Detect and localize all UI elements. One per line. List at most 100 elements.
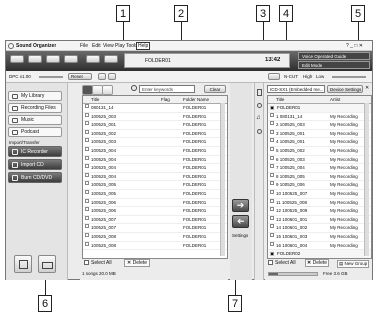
library-row[interactable]: 100525_007 FOLDER01 (83, 224, 227, 233)
device-folder-row[interactable]: ▣ FOLDER01 (268, 104, 371, 113)
dev-col-artist[interactable]: Artist (330, 96, 340, 103)
device-row[interactable]: 13 100601_001 My Recording (268, 215, 371, 225)
menu-edit[interactable]: Edit (92, 43, 101, 49)
device-select-all-checkbox[interactable] (268, 260, 273, 265)
col-title[interactable]: Title (91, 96, 99, 103)
previous-button[interactable] (46, 55, 60, 63)
col-folder[interactable]: Folder Name (183, 96, 209, 103)
library-row[interactable]: 100525_006 FOLDER01 (83, 207, 227, 216)
device-dropdown[interactable]: ICD-SX1 (Embedded me... (267, 85, 325, 93)
row-checkbox[interactable] (85, 104, 89, 108)
row-checkbox[interactable] (85, 207, 89, 212)
ncut-label[interactable]: N-CUT (284, 74, 298, 79)
library-row[interactable]: 100525_004 FOLDER01 (83, 164, 227, 173)
row-checkbox[interactable] (270, 207, 274, 212)
library-row[interactable]: 100525_004 FOLDER01 (83, 172, 227, 182)
fast-forward-button[interactable] (104, 55, 118, 63)
menu-view[interactable]: View (103, 43, 114, 49)
library-row[interactable]: 100525_003 FOLDER01 (83, 112, 227, 122)
sidebar-item-podcast[interactable]: Podcast (8, 127, 62, 137)
library-row[interactable]: 080131_14 FOLDER01 (83, 104, 227, 113)
row-checkbox[interactable] (85, 224, 89, 229)
row-checkbox[interactable] (85, 112, 89, 117)
row-checkbox[interactable] (85, 241, 89, 246)
volume-slider[interactable] (332, 76, 366, 78)
row-checkbox[interactable] (270, 232, 274, 237)
device-row[interactable]: 14 100601_002 My Recording (268, 224, 371, 233)
row-checkbox[interactable] (85, 164, 89, 169)
device-row[interactable]: 12 100525_009 My Recording (268, 207, 371, 216)
transfer-to-device-button[interactable]: ➔ (232, 199, 249, 212)
high-label[interactable]: High (303, 74, 312, 79)
dpc-slider[interactable] (39, 76, 63, 78)
row-checkbox[interactable] (270, 164, 274, 169)
row-checkbox[interactable] (85, 232, 89, 237)
device-row[interactable]: 2 100525_003 My Recording (268, 121, 371, 130)
device-row[interactable]: 8 100525_005 My Recording (268, 172, 371, 182)
clear-button[interactable]: Clear (204, 85, 226, 93)
menu-help[interactable]: Help (136, 42, 151, 50)
music-icon[interactable]: ♫ (256, 115, 261, 121)
row-checkbox[interactable] (270, 189, 274, 194)
row-checkbox[interactable] (270, 112, 274, 117)
device-row[interactable]: 15 100601_003 My Recording (268, 232, 371, 242)
recording-files-icon[interactable] (257, 103, 262, 108)
menu-file[interactable]: File (80, 43, 88, 49)
next-button[interactable] (64, 55, 78, 63)
menu-play[interactable]: Play (115, 43, 125, 49)
row-checkbox[interactable] (270, 224, 274, 229)
library-row[interactable]: 100525_007 FOLDER01 (83, 215, 227, 225)
library-row[interactable]: 100525_005 FOLDER01 (83, 189, 227, 199)
reset-button[interactable]: Reset (68, 73, 92, 80)
row-checkbox[interactable] (85, 155, 89, 160)
device-row[interactable]: 1 080131_14 My Recording (268, 112, 371, 122)
row-checkbox[interactable] (85, 129, 89, 134)
voice-guide-combo[interactable]: Voice Operated Guide (298, 52, 370, 60)
podcast-icon[interactable] (257, 129, 262, 134)
view-detail-button[interactable] (102, 85, 113, 95)
device-row[interactable]: 10 100525_007 My Recording (268, 189, 371, 199)
row-checkbox[interactable] (270, 181, 274, 186)
row-checkbox[interactable] (85, 121, 89, 126)
row-checkbox[interactable] (270, 129, 274, 134)
edit-mode-combo[interactable]: Edit Mode (298, 61, 370, 69)
row-checkbox[interactable] (270, 146, 274, 151)
row-checkbox[interactable] (85, 172, 89, 177)
import-from-device-button[interactable]: ➔ (232, 215, 249, 228)
folder-button[interactable] (38, 255, 56, 273)
row-checkbox[interactable] (85, 198, 89, 203)
device-delete-button[interactable]: ✕ Delete (305, 259, 330, 267)
row-checkbox[interactable] (85, 138, 89, 143)
device-row[interactable]: 16 100601_004 My Recording (268, 241, 371, 251)
library-scrollbar[interactable] (220, 103, 225, 256)
device-row[interactable]: 3 100525_001 My Recording (268, 129, 371, 139)
row-checkbox[interactable] (85, 215, 89, 220)
recorder-icon[interactable] (257, 89, 262, 96)
row-checkbox[interactable] (270, 198, 274, 203)
library-row[interactable]: 100525_001 FOLDER01 (83, 121, 227, 130)
device-scrollbar[interactable] (364, 103, 369, 256)
row-checkbox[interactable] (85, 146, 89, 151)
library-row[interactable]: 100525_008 FOLDER01 (83, 241, 227, 251)
settings-label[interactable]: Settings (232, 233, 248, 238)
library-row[interactable]: 100525_003 FOLDER01 (83, 138, 227, 147)
row-checkbox[interactable] (270, 215, 274, 220)
close-icon[interactable]: ✕ (365, 85, 369, 91)
low-label[interactable]: Low (316, 74, 324, 79)
row-checkbox[interactable] (85, 189, 89, 194)
sidebar-item-burn-cd[interactable]: Burn CD/DVD (8, 172, 62, 183)
repeat-button[interactable] (268, 73, 280, 80)
row-checkbox[interactable] (270, 172, 274, 177)
select-all-checkbox[interactable] (84, 260, 89, 265)
window-controls[interactable]: ? _ □ ✕ (346, 43, 363, 49)
row-checkbox[interactable] (270, 155, 274, 160)
new-group-button[interactable]: ▤ New Group (337, 260, 370, 268)
library-row[interactable]: 100525_006 FOLDER01 (83, 198, 227, 208)
sidebar-item-music[interactable]: Music (8, 115, 62, 125)
divide-button[interactable] (108, 73, 116, 80)
library-row[interactable]: 100525_002 FOLDER01 (83, 129, 227, 139)
edit-button[interactable] (14, 255, 32, 273)
device-row[interactable]: 4 100525_001 My Recording (268, 138, 371, 147)
mark-button[interactable] (98, 73, 106, 80)
sidebar-item-my-library[interactable]: My Library (8, 91, 62, 101)
